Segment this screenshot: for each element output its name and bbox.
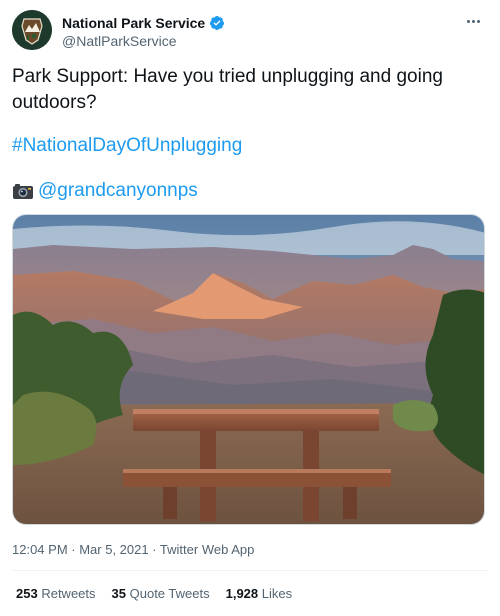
likes-label: Likes	[261, 586, 293, 601]
more-dot-icon	[476, 19, 480, 23]
more-dot-icon	[466, 19, 470, 23]
verified-badge-icon	[210, 16, 225, 30]
mention-line: @grandcanyonnps	[12, 178, 198, 204]
author-display-name[interactable]: National Park Service	[62, 14, 205, 32]
more-dot-icon	[471, 19, 475, 23]
nps-arrowhead-logo-icon	[12, 10, 52, 50]
tweet-stats: 253 Retweets 35 Quote Tweets 1,928 Likes	[16, 585, 292, 603]
likes-stat[interactable]: 1,928 Likes	[226, 585, 293, 603]
hashtag-link[interactable]: #NationalDayOfUnplugging	[12, 133, 242, 159]
quotes-label: Quote Tweets	[129, 586, 210, 601]
quote-tweets-stat[interactable]: 35 Quote Tweets	[112, 585, 210, 603]
retweets-label: Retweets	[41, 586, 96, 601]
quotes-count: 35	[111, 586, 126, 601]
retweets-stat[interactable]: 253 Retweets	[16, 585, 96, 603]
more-options-button[interactable]	[462, 12, 484, 30]
tweet-text: Park Support: Have you tried unplugging …	[12, 64, 488, 116]
meta-separator: ·	[148, 542, 160, 557]
meta-separator: ·	[67, 542, 80, 557]
tweet-body: Park Support: Have you tried unplugging …	[12, 66, 443, 113]
divider	[12, 570, 488, 571]
tweet-header: National Park Service @NatlParkService	[12, 10, 488, 54]
mention-link[interactable]: @grandcanyonnps	[38, 178, 198, 204]
author-names: National Park Service @NatlParkService	[62, 14, 225, 50]
author-display-name-row[interactable]: National Park Service	[62, 14, 225, 32]
tweet-source[interactable]: Twitter Web App	[160, 542, 254, 557]
tweet-date[interactable]: Mar 5, 2021	[79, 542, 148, 557]
retweets-count: 253	[16, 586, 38, 601]
tweet-meta: 12:04 PM · Mar 5, 2021 · Twitter Web App	[12, 541, 254, 559]
camera-icon	[13, 184, 33, 199]
likes-count: 1,928	[225, 586, 259, 601]
grand-canyon-photo-icon	[13, 215, 484, 524]
author-handle[interactable]: @NatlParkService	[62, 32, 225, 50]
tweet-photo[interactable]	[12, 214, 485, 525]
tweet-time[interactable]: 12:04 PM	[12, 542, 68, 557]
avatar[interactable]	[12, 10, 52, 50]
